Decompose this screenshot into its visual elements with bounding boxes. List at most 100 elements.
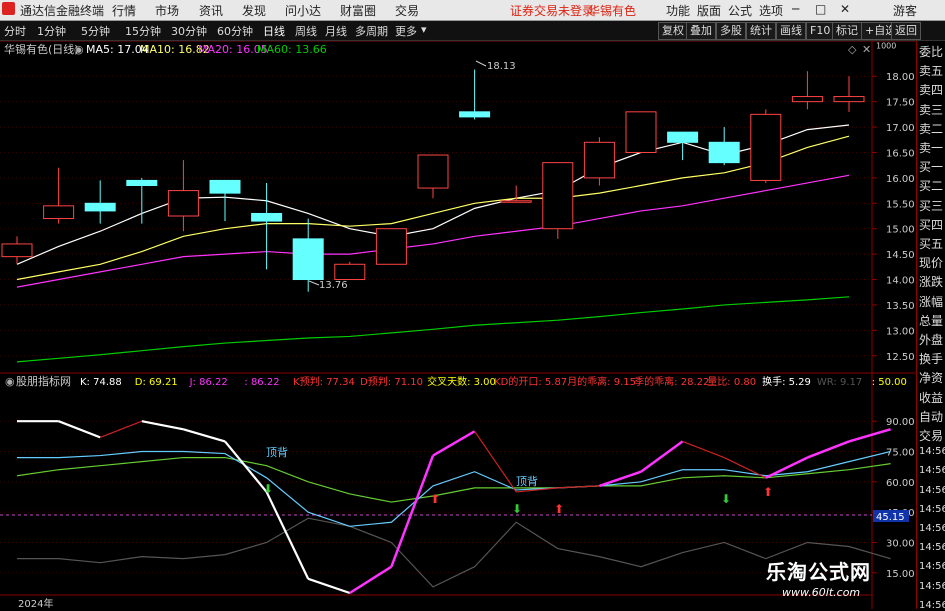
ind-tick-label: 30.00 <box>886 538 915 549</box>
menu-wenxiaoda[interactable]: 问小达 <box>285 2 321 19</box>
side-panel-item[interactable]: 现价 <box>919 254 943 271</box>
menu-shichang[interactable]: 市场 <box>155 2 179 19</box>
btn-huaxian[interactable]: 画线 <box>776 22 806 40</box>
side-panel-item[interactable]: 自动 <box>919 408 943 425</box>
side-panel-item[interactable]: 买四 <box>919 216 943 233</box>
ind-k-segment <box>723 457 767 479</box>
side-panel-item[interactable]: 涨跌 <box>919 273 943 290</box>
period-weekly[interactable]: 周线 <box>295 23 317 39</box>
trade-login-status[interactable]: 证券交易未登录 <box>510 2 594 19</box>
side-panel-item[interactable]: 净资 <box>919 369 943 386</box>
side-panel-item[interactable]: 买三 <box>919 197 943 214</box>
menu-gongshi[interactable]: 公式 <box>728 2 752 19</box>
period-fenshi[interactable]: 分时 <box>4 23 26 39</box>
ind-k-segment <box>349 565 393 595</box>
guest-label[interactable]: 游客 <box>893 2 917 19</box>
menu-gongneng[interactable]: 功能 <box>666 2 690 19</box>
ind-legend-item: WR: 9.17 <box>817 377 862 388</box>
period-60min[interactable]: 60分钟 <box>217 23 253 39</box>
side-panel-item[interactable]: 买一 <box>919 158 943 175</box>
side-panel-item[interactable]: 卖一 <box>919 139 943 156</box>
side-panel-item[interactable]: 卖三 <box>919 101 943 118</box>
ind-k-segment <box>99 420 143 438</box>
ind-k-segment <box>390 455 435 568</box>
maximize-icon[interactable]: □ <box>815 2 826 16</box>
ind-legend-item: J: 86.22 <box>189 377 228 388</box>
more-dropdown-icon[interactable]: ▾ <box>421 23 427 36</box>
app-title: 通达信金融终端 <box>20 4 105 18</box>
btn-duogu[interactable]: 多股 <box>716 22 746 40</box>
period-1min[interactable]: 1分钟 <box>37 23 66 39</box>
main-panel-close-icon[interactable]: ◇ <box>848 43 857 56</box>
ind-legend-title: 股朋指标网 <box>16 374 71 388</box>
btn-biaoji[interactable]: 标记 <box>832 22 862 40</box>
side-panel-item[interactable]: 14:56 <box>919 446 945 457</box>
side-panel-item[interactable]: 买五 <box>919 235 943 252</box>
minimize-icon[interactable]: ─ <box>792 2 799 16</box>
side-panel-item[interactable]: 总量 <box>919 312 943 329</box>
indicator-legend: 股朋指标网 K: 74.88 D: 69.21 J: 86.22: 86.22 K预判:… <box>16 374 907 388</box>
side-panel-item[interactable]: 卖五 <box>919 62 943 79</box>
side-panel-item[interactable]: 外盘 <box>919 331 943 348</box>
side-panel-item[interactable]: 卖二 <box>919 120 943 137</box>
main-legend-title: 华锡有色(日线) <box>4 42 79 56</box>
btn-fanhui[interactable]: 返回 <box>891 22 921 40</box>
period-30min[interactable]: 30分钟 <box>171 23 207 39</box>
menu-jiaoyi[interactable]: 交易 <box>395 2 419 19</box>
period-toolbar: 分时 1分钟 5分钟 15分钟 30分钟 60分钟 日线 周线 月线 多周期 更… <box>0 21 945 41</box>
candle-body <box>625 111 657 153</box>
ind-line-d <box>17 450 891 527</box>
top-divergence-label-2: 顶背 <box>516 474 538 488</box>
price-tick-label: 18.00 <box>886 72 915 83</box>
legend-settings-icon[interactable]: ◉ <box>74 43 84 56</box>
period-multi[interactable]: 多周期 <box>355 23 388 39</box>
ind-line-l3 <box>16 456 891 503</box>
period-more[interactable]: 更多 <box>395 23 417 39</box>
menu-caifuquan[interactable]: 财富圈 <box>340 2 376 19</box>
ind-legend-item: : 50.00 <box>872 377 907 388</box>
side-panel-item[interactable]: 交易 <box>919 427 943 444</box>
side-panel-item[interactable]: 换手 <box>919 350 943 367</box>
side-panel-item[interactable]: 收益 <box>919 389 943 406</box>
candle-body <box>1 243 33 258</box>
menu-zixun[interactable]: 资讯 <box>199 2 223 19</box>
ind-k-segment <box>848 428 891 443</box>
menu-faxian[interactable]: 发现 <box>242 2 266 19</box>
btn-tongji[interactable]: 统计 <box>746 22 776 40</box>
side-panel-item[interactable]: 涨幅 <box>919 293 943 310</box>
side-panel-item[interactable]: 买二 <box>919 177 943 194</box>
close-icon[interactable]: ✕ <box>840 2 850 16</box>
period-daily[interactable]: 日线 <box>263 23 285 39</box>
price-tick-label: 16.50 <box>886 148 915 159</box>
menu-xuanxiang[interactable]: 选项 <box>759 2 783 19</box>
btn-diejia[interactable]: 叠加 <box>686 22 716 40</box>
side-panel-item[interactable]: 委比 <box>919 43 943 60</box>
watermark-logo: 乐淘公式网 www.60lt.com <box>760 556 930 604</box>
btn-f10[interactable]: F10 <box>806 22 835 40</box>
ind-k-segment <box>307 577 351 595</box>
watermark-title: 乐淘公式网 <box>766 560 871 584</box>
candle-body <box>500 200 532 203</box>
ind-tick-label: 75.00 <box>886 448 915 459</box>
side-panel-item[interactable]: 14:56 <box>919 504 945 515</box>
candle-body <box>708 141 740 164</box>
menu-banmian[interactable]: 版面 <box>697 2 721 19</box>
kline-chart[interactable]: 华锡有色(日线) ◉ MA5: 17.04 MA10: 16.82 MA20: … <box>0 41 915 609</box>
period-15min[interactable]: 15分钟 <box>125 23 161 39</box>
menu-hangqing[interactable]: 行情 <box>112 2 136 19</box>
btn-fuquan[interactable]: 复权 <box>658 22 688 40</box>
side-panel-item[interactable]: 14:56 <box>919 485 945 496</box>
side-panel-item[interactable]: 14:56 <box>919 465 945 476</box>
candle-body <box>209 179 241 194</box>
ind-settings-icon[interactable]: ◉ <box>5 375 15 388</box>
side-panel-item[interactable]: 卖四 <box>919 81 943 98</box>
period-5min[interactable]: 5分钟 <box>81 23 110 39</box>
main-panel-x-icon[interactable]: ✕ <box>862 43 871 56</box>
side-panel-item[interactable]: 14:56 <box>919 542 945 553</box>
side-panel-item[interactable]: 14:56 <box>919 523 945 534</box>
ind-legend-item: 换手: 5.29 <box>762 375 811 388</box>
price-tick-label: 15.50 <box>886 199 915 210</box>
period-monthly[interactable]: 月线 <box>325 23 347 39</box>
low-annotation-line <box>308 280 320 286</box>
ind-legend-item: 量比: 0.80 <box>707 376 756 388</box>
